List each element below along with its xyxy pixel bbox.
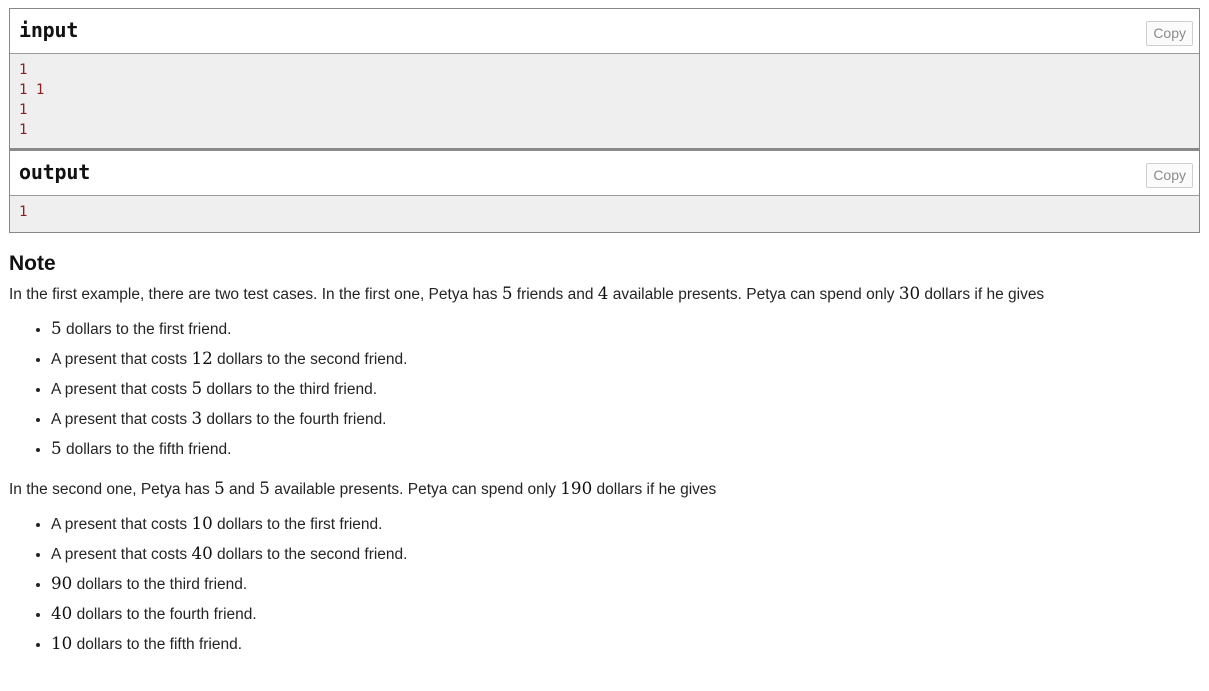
paragraph-2-number-2: 5 — [259, 478, 270, 499]
list-item-suffix: dollars to the second friend. — [212, 351, 408, 369]
paragraph-1-number-1: 5 — [501, 283, 513, 304]
sample-block-output: output Copy 1 — [9, 149, 1200, 233]
list-item-number: 90 — [51, 573, 73, 594]
copy-input-button[interactable]: Copy — [1146, 21, 1193, 46]
note-section: Note In the first example, there are two… — [9, 252, 1200, 655]
list-item: A present that costs 12 dollars to the s… — [51, 348, 1200, 370]
paragraph-2-text-part-1: In the second one, Petya has — [9, 481, 215, 499]
input-title: input — [19, 18, 79, 42]
list-item-suffix: dollars to the first friend. — [212, 516, 383, 534]
note-heading: Note — [9, 252, 56, 275]
paragraph-1-number-2: 4 — [597, 283, 609, 304]
list-item: 5 dollars to the first friend. — [51, 318, 1200, 340]
list-item-number: 12 — [191, 348, 213, 369]
paragraph-1-number-3: 30 — [898, 283, 921, 304]
list-item-number: 5 — [191, 378, 203, 399]
list-item-suffix: dollars to the fifth friend. — [72, 636, 243, 654]
list-item-suffix: dollars to the fourth friend. — [72, 606, 257, 624]
list-item: 90 dollars to the third friend. — [51, 573, 1200, 595]
note-list-2: A present that costs 10 dollars to the f… — [9, 513, 1200, 655]
paragraph-2-number-1: 5 — [214, 478, 225, 499]
paragraph-2-text-part-2: and — [224, 481, 260, 499]
paragraph-2-text-part-3: available presents. Petya can spend only — [269, 481, 561, 499]
paragraph-1-text-part-4: dollars if he gives — [920, 286, 1045, 304]
list-item-prefix: A present that costs — [51, 351, 192, 369]
list-item-number: 5 — [51, 318, 62, 339]
list-item-prefix: A present that costs — [51, 381, 192, 399]
sample-tests: input Copy 1 1 1 1 1 output Copy 1 — [9, 8, 1200, 233]
list-item: A present that costs 3 dollars to the fo… — [51, 408, 1200, 430]
list-item-number: 40 — [51, 603, 73, 624]
input-title-bar: input Copy — [10, 9, 1199, 54]
list-item-prefix: A present that costs — [51, 411, 192, 429]
input-content[interactable]: 1 1 1 1 1 — [10, 54, 1199, 148]
note-paragraph-2: In the second one, Petya has 5 and 5 ava… — [9, 477, 1169, 501]
copy-output-button[interactable]: Copy — [1146, 163, 1193, 188]
note-paragraph-1: In the first example, there are two test… — [9, 282, 1169, 306]
sample-block-input: input Copy 1 1 1 1 1 — [9, 8, 1200, 149]
list-item-suffix: dollars to the fifth friend. — [61, 441, 232, 459]
list-item: A present that costs 40 dollars to the s… — [51, 543, 1200, 565]
list-item-prefix: A present that costs — [51, 516, 192, 534]
list-item-suffix: dollars to the third friend. — [202, 381, 378, 399]
paragraph-2-text-part-4: dollars if he gives — [592, 481, 717, 499]
list-item-suffix: dollars to the first friend. — [61, 321, 232, 339]
list-item-number: 40 — [191, 543, 213, 564]
list-item: A present that costs 5 dollars to the th… — [51, 378, 1200, 400]
list-item-suffix: dollars to the second friend. — [212, 546, 408, 564]
list-item-number: 10 — [191, 513, 213, 534]
note-list-1: 5 dollars to the first friend. A present… — [9, 318, 1200, 460]
list-item: 40 dollars to the fourth friend. — [51, 603, 1200, 625]
list-item-suffix: dollars to the fourth friend. — [202, 411, 387, 429]
list-item-prefix: A present that costs — [51, 546, 192, 564]
list-item: 10 dollars to the fifth friend. — [51, 633, 1200, 655]
paragraph-2-number-3: 190 — [560, 478, 593, 499]
list-item-number: 5 — [51, 438, 62, 459]
paragraph-1-text-part-3: available presents. Petya can spend only — [608, 286, 899, 304]
output-content[interactable]: 1 — [10, 196, 1199, 232]
list-item-suffix: dollars to the third friend. — [72, 576, 248, 594]
output-title: output — [19, 160, 91, 184]
list-item-number: 3 — [191, 408, 203, 429]
list-item: 5 dollars to the fifth friend. — [51, 438, 1200, 460]
list-item: A present that costs 10 dollars to the f… — [51, 513, 1200, 535]
paragraph-1-text-part-1: In the first example, there are two test… — [9, 286, 502, 304]
output-title-bar: output Copy — [10, 151, 1199, 196]
paragraph-1-text-part-2: friends and — [512, 286, 598, 304]
list-item-number: 10 — [51, 633, 73, 654]
